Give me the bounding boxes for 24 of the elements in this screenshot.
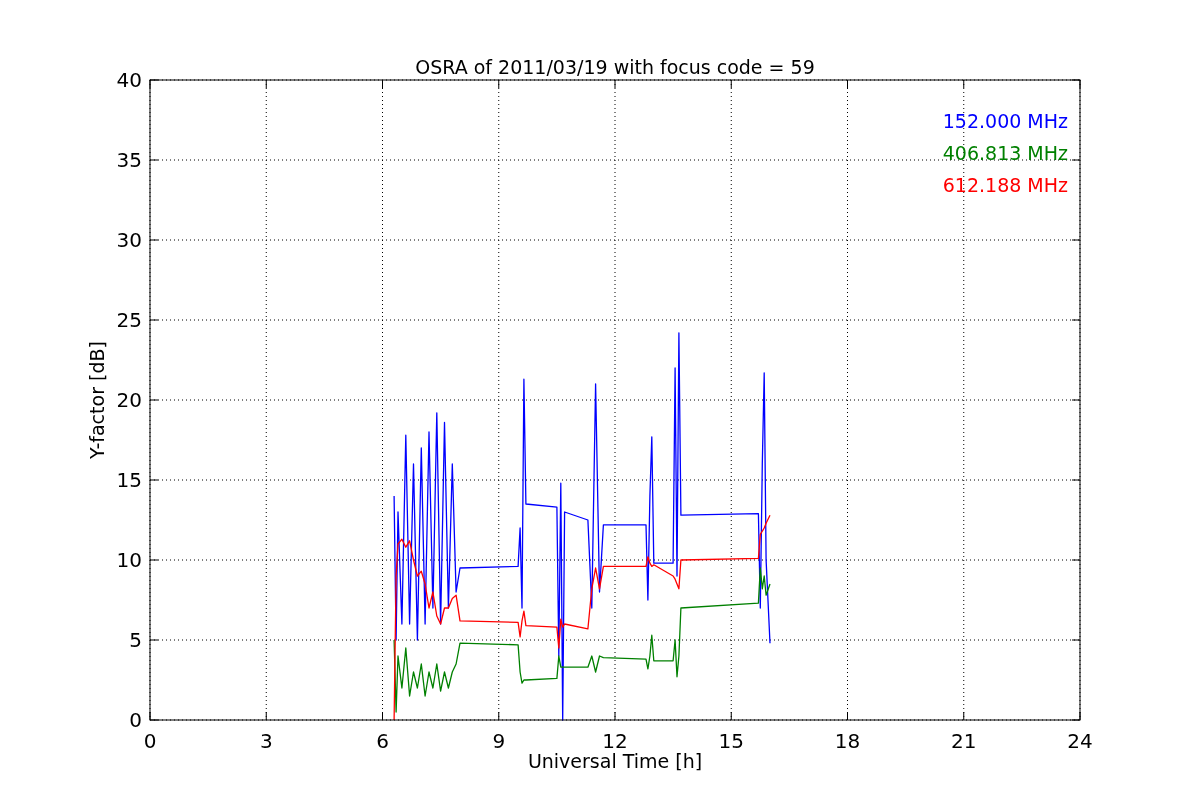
y-tick-label: 30	[116, 228, 142, 252]
y-tick-label: 5	[129, 628, 142, 652]
x-tick-label: 24	[1067, 729, 1093, 753]
y-tick-label: 10	[116, 548, 142, 572]
legend-label: 152.000 MHz	[942, 110, 1068, 132]
y-tick-label: 25	[116, 308, 142, 332]
x-tick-label: 12	[602, 729, 628, 753]
x-tick-label: 9	[492, 729, 506, 753]
y-tick-label: 40	[116, 68, 142, 92]
y-tick-label: 20	[116, 388, 142, 412]
y-tick-label: 35	[116, 148, 142, 172]
legend-label: 612.188 MHz	[942, 174, 1068, 196]
y-tick-label: 0	[129, 708, 142, 732]
y-axis-label: Y-factor [dB]	[86, 341, 108, 459]
x-tick-label: 21	[951, 729, 977, 753]
legend-label: 406.813 MHz	[942, 142, 1068, 164]
x-tick-label: 3	[259, 729, 273, 753]
x-axis-label: Universal Time [h]	[527, 750, 703, 772]
x-tick-label: 6	[376, 729, 389, 753]
x-tick-label: 15	[718, 729, 744, 753]
chart-title: OSRA of 2011/03/19 with focus code = 59	[415, 56, 815, 78]
x-tick-label: 18	[834, 729, 861, 753]
y-tick-label: 15	[116, 468, 142, 492]
x-tick-label: 0	[143, 729, 157, 753]
